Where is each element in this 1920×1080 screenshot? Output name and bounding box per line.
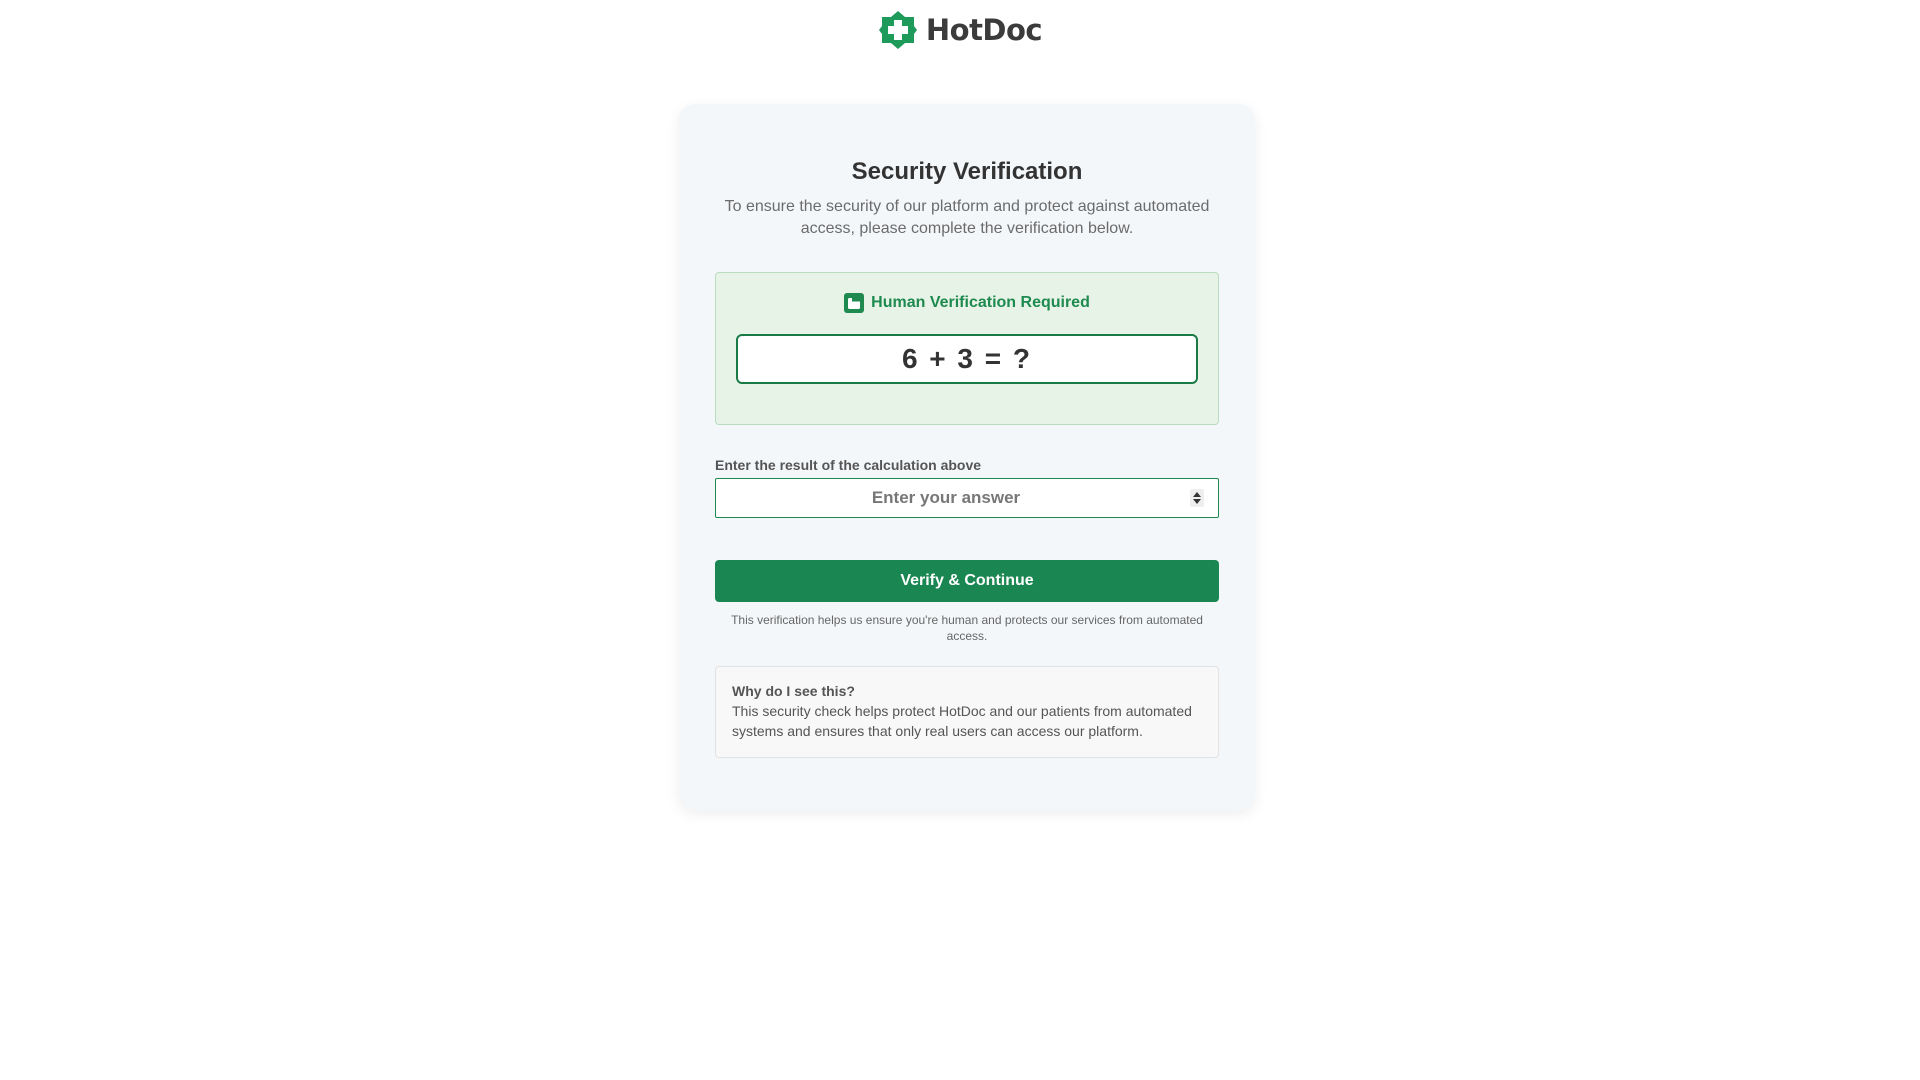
verification-card: Security Verification To ensure the secu… xyxy=(679,104,1255,810)
answer-field xyxy=(715,478,1219,518)
brand-name: HotDoc xyxy=(925,13,1043,47)
why-title: Why do I see this? xyxy=(732,683,855,699)
spin-up-icon[interactable] xyxy=(1193,492,1201,497)
spin-down-icon[interactable] xyxy=(1193,499,1201,504)
captcha-equation: 6 + 3 = ? xyxy=(736,334,1198,384)
answer-input[interactable] xyxy=(716,479,1176,517)
number-spinner[interactable] xyxy=(1190,489,1204,507)
header: HotDoc xyxy=(0,0,1920,60)
page-title: Security Verification xyxy=(851,158,1083,185)
help-note: This verification helps us ensure you're… xyxy=(731,613,1203,643)
why-text: This security check helps protect HotDoc… xyxy=(732,703,1192,739)
shield-icon xyxy=(844,293,865,313)
medical-cross-icon xyxy=(878,11,917,49)
page-subtitle: To ensure the security of our platform a… xyxy=(724,198,1210,237)
why-info-box: Why do I see this? This security check h… xyxy=(715,666,1219,758)
human-verification-box: Human Verification Required 6 + 3 = ? xyxy=(715,272,1219,425)
hotdoc-logo[interactable]: HotDoc xyxy=(878,10,1043,50)
answer-label: Enter the result of the calculation abov… xyxy=(715,457,982,473)
verify-continue-button[interactable]: Verify & Continue xyxy=(715,560,1219,602)
verification-header: Human Verification Required xyxy=(716,293,1218,313)
verification-label: Human Verification Required xyxy=(871,294,1090,311)
